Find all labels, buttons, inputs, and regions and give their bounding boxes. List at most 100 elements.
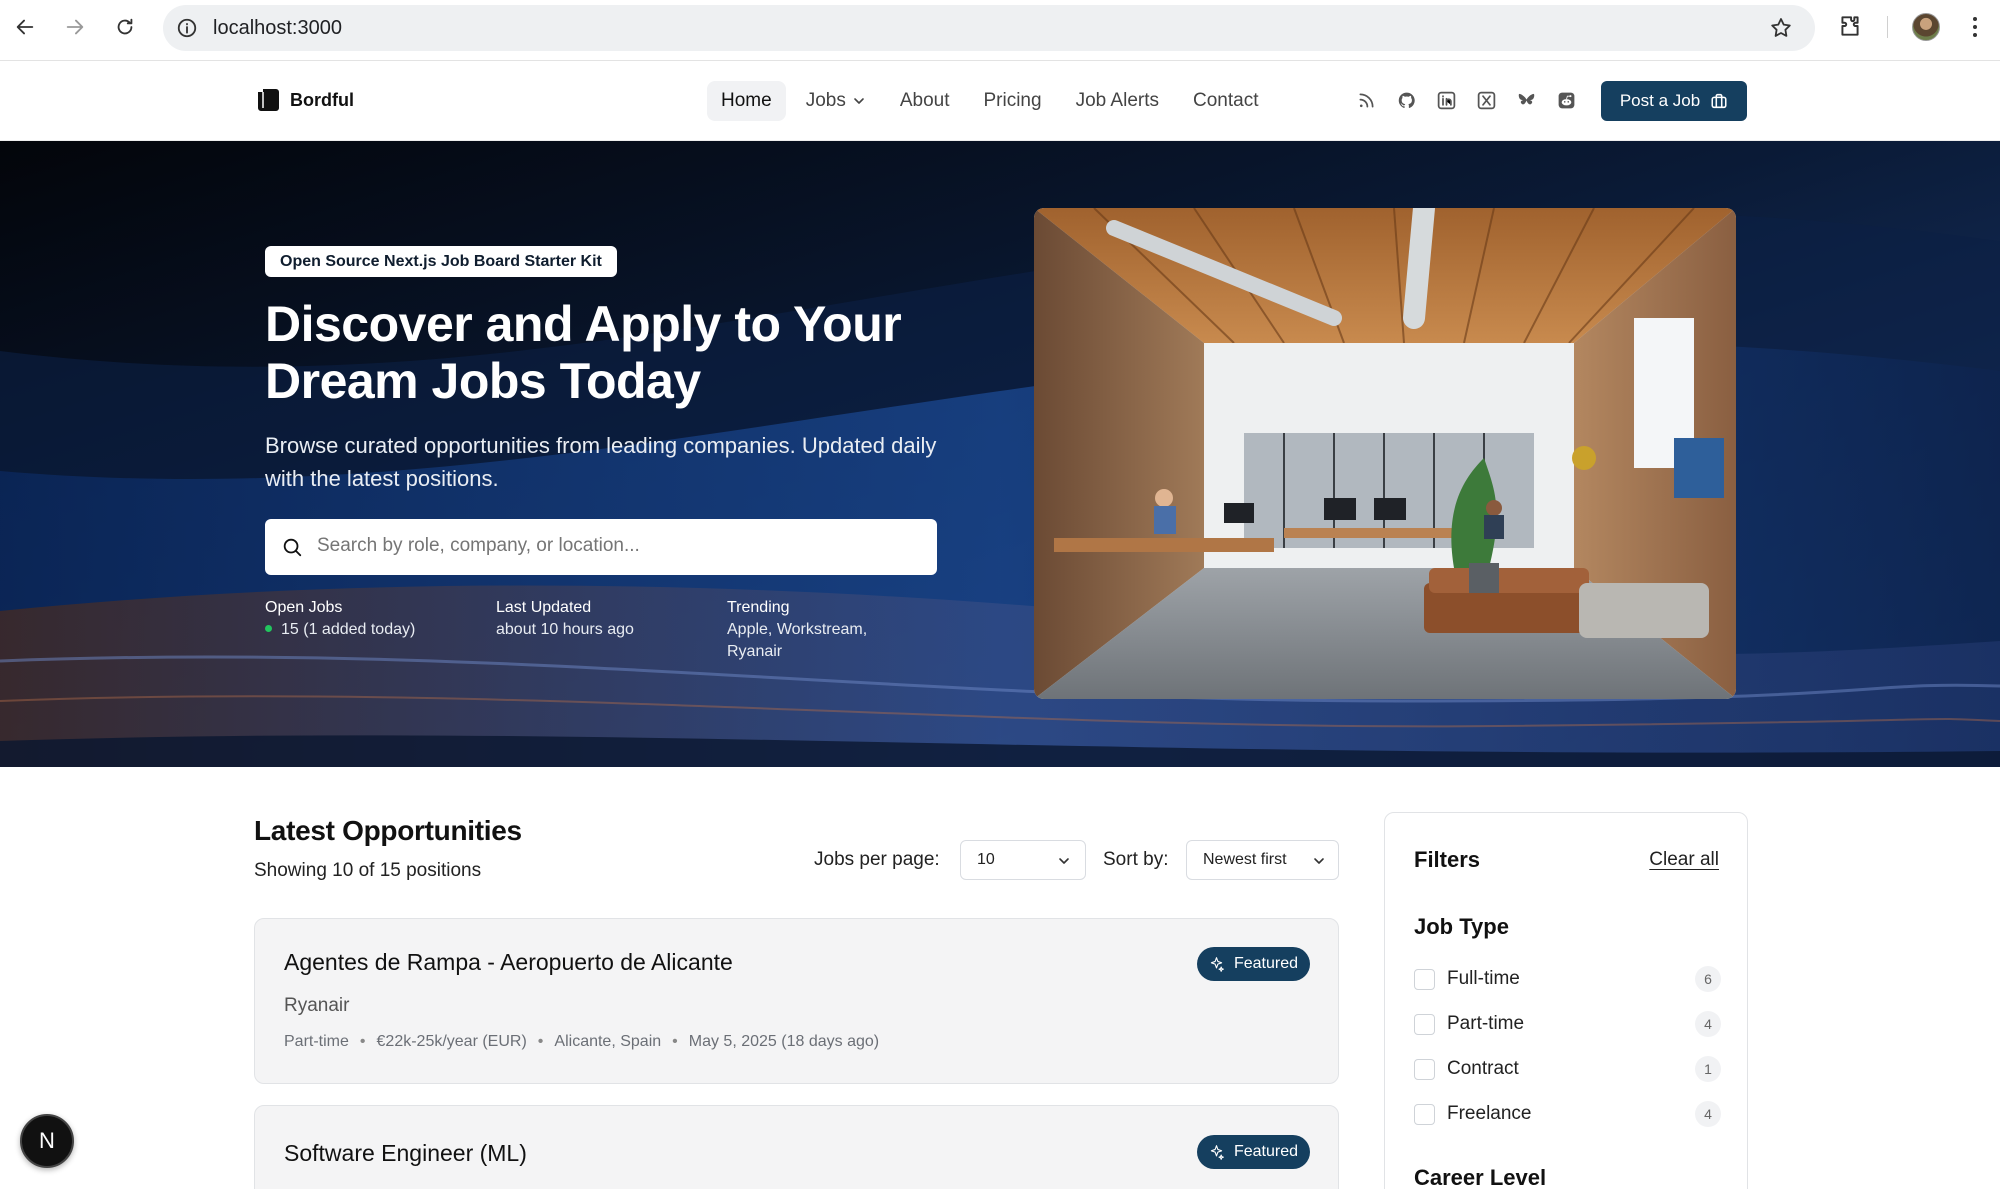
site-info-icon[interactable] xyxy=(176,17,198,39)
nav-pricing[interactable]: Pricing xyxy=(969,81,1055,121)
bordful-logo-icon xyxy=(258,89,279,111)
reddit-link[interactable] xyxy=(1555,89,1577,111)
filter-label: Freelance xyxy=(1447,1103,1532,1124)
github-icon xyxy=(1398,92,1415,108)
hero-section: Open Source Next.js Job Board Starter Ki… xyxy=(0,141,2000,767)
extensions-puzzle-icon[interactable] xyxy=(1837,13,1863,39)
hero-title: Discover and Apply to Your Dream Jobs To… xyxy=(265,296,902,409)
job-title[interactable]: Agentes de Rampa - Aeropuerto de Alicant… xyxy=(284,949,733,976)
featured-badge: Featured xyxy=(1196,947,1310,981)
reload-icon xyxy=(117,18,133,35)
reddit-icon xyxy=(1558,92,1574,108)
hero-stats: Open Jobs 15 (1 added today) Last Update… xyxy=(265,597,907,663)
job-title[interactable]: Software Engineer (ML) xyxy=(284,1140,527,1167)
stat-open-jobs: Open Jobs 15 (1 added today) xyxy=(265,597,496,663)
nav-contact-label: Contact xyxy=(1193,90,1259,111)
filter-option-full-time[interactable]: Full-time 6 xyxy=(1414,965,1721,993)
arrow-right-icon xyxy=(66,19,84,35)
checkbox[interactable] xyxy=(1414,1058,1435,1080)
post-job-label: Post a Job xyxy=(1619,91,1701,110)
filters-title: Filters xyxy=(1414,847,1481,872)
brand-name: Bordful xyxy=(290,89,354,110)
checkbox[interactable] xyxy=(1414,968,1435,990)
clear-all-link[interactable]: Clear all xyxy=(1649,849,1719,871)
profile-avatar[interactable] xyxy=(1912,13,1940,41)
filter-label: Part-time xyxy=(1447,1013,1525,1034)
stat-last-updated-value: about 10 hours ago xyxy=(496,621,634,638)
sort-value: Newest first xyxy=(1203,851,1287,868)
nav-job-alerts[interactable]: Job Alerts xyxy=(1062,81,1173,121)
forward-button[interactable] xyxy=(60,12,90,42)
rss-icon xyxy=(1359,93,1373,107)
nav-contact[interactable]: Contact xyxy=(1179,81,1272,121)
url-text[interactable]: localhost:3000 xyxy=(213,17,342,40)
bookmark-star-icon[interactable] xyxy=(1769,16,1793,40)
nav-about[interactable]: About xyxy=(886,81,964,121)
filter-count: 1 xyxy=(1695,1056,1721,1082)
filter-option-contract[interactable]: Contract 1 xyxy=(1414,1055,1721,1083)
nav-home-label: Home xyxy=(721,90,772,111)
job-company: Ryanair xyxy=(284,995,350,1016)
featured-label: Featured xyxy=(1233,1143,1298,1160)
stat-trending-label: Trending xyxy=(727,599,790,616)
search-input[interactable] xyxy=(317,535,917,557)
nav-home[interactable]: Home xyxy=(707,81,786,121)
dev-tools-button[interactable]: N xyxy=(20,1114,74,1168)
reload-button[interactable] xyxy=(110,12,140,42)
nav-pricing-label: Pricing xyxy=(983,90,1042,111)
main-nav: Home Jobs About Pricing Job Alerts Conta… xyxy=(707,81,1272,121)
job-posted-date: May 5, 2025 (18 days ago) xyxy=(688,1033,880,1050)
listing-title: Latest Opportunities xyxy=(254,815,522,846)
stat-open-jobs-label: Open Jobs xyxy=(265,599,343,616)
arrow-left-icon xyxy=(16,19,34,35)
nav-job-alerts-label: Job Alerts xyxy=(1075,90,1159,111)
nav-jobs-label: Jobs xyxy=(805,90,846,111)
nav-jobs[interactable]: Jobs xyxy=(792,81,880,121)
office-illustration xyxy=(1034,208,1736,699)
filter-count: 6 xyxy=(1695,966,1721,992)
search-icon xyxy=(283,538,302,557)
sparkle-icon xyxy=(1210,1144,1224,1160)
linkedin-link[interactable] xyxy=(1435,89,1457,111)
career-level-heading: Career Level xyxy=(1414,1165,1547,1189)
x-link[interactable] xyxy=(1475,89,1497,111)
brand-logo[interactable]: Bordful xyxy=(254,86,354,114)
sort-select[interactable]: Newest first xyxy=(1186,840,1339,880)
bluesky-link[interactable] xyxy=(1515,89,1537,111)
stat-trending: Trending Apple, Workstream, Ryanair xyxy=(727,597,907,663)
chevron-down-icon xyxy=(1314,858,1324,864)
briefcase-icon xyxy=(1711,93,1727,109)
filter-count: 4 xyxy=(1695,1011,1721,1037)
site-header: Bordful Home Jobs About Pricing Job Aler… xyxy=(0,61,2000,141)
stat-last-updated-label: Last Updated xyxy=(496,599,592,616)
github-link[interactable] xyxy=(1395,89,1417,111)
rss-link[interactable] xyxy=(1355,89,1377,111)
sparkle-icon xyxy=(1210,956,1224,972)
filter-option-freelance[interactable]: Freelance 4 xyxy=(1414,1100,1721,1128)
checkbox[interactable] xyxy=(1414,1103,1435,1125)
per-page-select[interactable]: 10 xyxy=(960,840,1086,880)
job-card[interactable]: Software Engineer (ML) Featured xyxy=(254,1105,1339,1189)
post-job-button[interactable]: Post a Job xyxy=(1601,81,1747,121)
address-bar[interactable]: localhost:3000 xyxy=(163,5,1815,51)
job-search-box[interactable] xyxy=(265,519,937,575)
linkedin-icon xyxy=(1437,91,1455,109)
meta-separator: • xyxy=(537,1033,544,1050)
job-type-heading: Job Type xyxy=(1414,914,1509,939)
more-menu-icon[interactable] xyxy=(1965,14,1985,40)
sort-label: Sort by: xyxy=(1103,849,1169,870)
chevron-down-icon xyxy=(854,98,864,104)
status-dot xyxy=(265,625,272,633)
job-card[interactable]: Agentes de Rampa - Aeropuerto de Alicant… xyxy=(254,918,1339,1084)
bluesky-icon xyxy=(1518,93,1534,104)
hero-subtitle: Browse curated opportunities from leadin… xyxy=(265,433,937,491)
meta-separator: • xyxy=(672,1033,678,1050)
filter-option-part-time[interactable]: Part-time 4 xyxy=(1414,1010,1721,1038)
per-page-value: 10 xyxy=(977,851,995,868)
filter-label: Contract xyxy=(1447,1058,1519,1079)
checkbox[interactable] xyxy=(1414,1013,1435,1035)
job-meta: Part-time • €22k-25k/year (EUR) • Alican… xyxy=(284,1033,879,1051)
back-button[interactable] xyxy=(10,12,40,42)
office-photo xyxy=(1034,208,1736,699)
job-salary: €22k-25k/year (EUR) xyxy=(376,1033,527,1050)
